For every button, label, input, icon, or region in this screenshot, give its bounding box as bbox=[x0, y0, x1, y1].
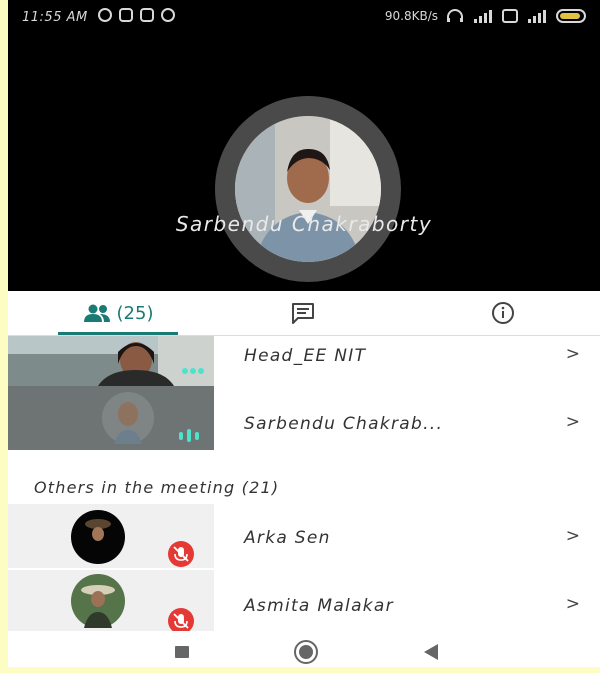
active-tab-indicator bbox=[58, 332, 178, 335]
battery-icon bbox=[556, 9, 586, 23]
speaker-photo bbox=[235, 116, 381, 262]
status-bar: 11:55 AM 90.8KB/s bbox=[8, 0, 600, 34]
participant-tile bbox=[8, 570, 214, 634]
headphones-icon bbox=[447, 9, 463, 22]
home-icon[interactable] bbox=[293, 639, 319, 665]
participant-row[interactable]: Head_EE NIT > bbox=[8, 336, 600, 386]
notification-icons bbox=[98, 8, 175, 22]
recents-icon[interactable] bbox=[174, 645, 190, 659]
speaker-name: Sarbendu Chakraborty bbox=[175, 212, 433, 236]
tab-people[interactable]: (25) bbox=[38, 291, 198, 335]
volte-icon bbox=[502, 9, 518, 23]
speaker-stage: 11:55 AM 90.8KB/s Sarbendu Chakraborty bbox=[8, 0, 600, 291]
participant-row[interactable]: Sarbendu Chakrab... > bbox=[8, 386, 600, 450]
speaking-indicator-icon bbox=[182, 368, 204, 374]
chat-bubble-icon bbox=[161, 8, 175, 22]
chevron-right-icon: > bbox=[565, 594, 580, 614]
participant-name: Head_EE NIT bbox=[244, 346, 367, 366]
people-count: (25) bbox=[116, 302, 154, 324]
tab-info[interactable] bbox=[458, 291, 548, 335]
participant-name: Sarbendu Chakrab... bbox=[244, 414, 444, 434]
mic-muted-icon bbox=[168, 541, 194, 567]
participant-row[interactable]: Arka Sen > bbox=[8, 504, 600, 568]
participant-name: Asmita Malakar bbox=[244, 596, 394, 616]
whatsapp-icon bbox=[98, 8, 112, 22]
network-speed: 90.8KB/s bbox=[384, 9, 438, 23]
participant-name: Arka Sen bbox=[244, 528, 331, 548]
tab-bar: (25) bbox=[8, 291, 600, 336]
app-icon bbox=[140, 8, 154, 22]
back-icon[interactable] bbox=[422, 643, 440, 661]
tab-chat[interactable] bbox=[258, 291, 348, 335]
signal-icon bbox=[474, 10, 492, 23]
participant-video bbox=[8, 336, 214, 386]
speaker-avatar bbox=[215, 96, 401, 282]
chat-icon bbox=[292, 303, 314, 324]
info-icon bbox=[492, 302, 514, 324]
status-time: 11:55 AM bbox=[22, 10, 88, 25]
system-nav-bar bbox=[8, 631, 600, 667]
chevron-right-icon: > bbox=[565, 526, 580, 546]
status-right: 90.8KB/s bbox=[385, 9, 586, 23]
people-icon bbox=[83, 304, 110, 322]
signal-icon bbox=[528, 10, 546, 23]
chevron-right-icon: > bbox=[565, 412, 580, 432]
participant-video bbox=[8, 386, 214, 450]
participant-row[interactable]: Asmita Malakar > bbox=[8, 570, 600, 634]
others-section-title: Others in the meeting (21) bbox=[34, 478, 280, 497]
youtube-icon bbox=[119, 8, 133, 22]
speaking-indicator-icon bbox=[179, 429, 199, 442]
participant-tile bbox=[8, 504, 214, 568]
app-window: 11:55 AM 90.8KB/s Sarbendu Chakraborty (… bbox=[8, 0, 600, 667]
chevron-right-icon: > bbox=[565, 344, 580, 364]
